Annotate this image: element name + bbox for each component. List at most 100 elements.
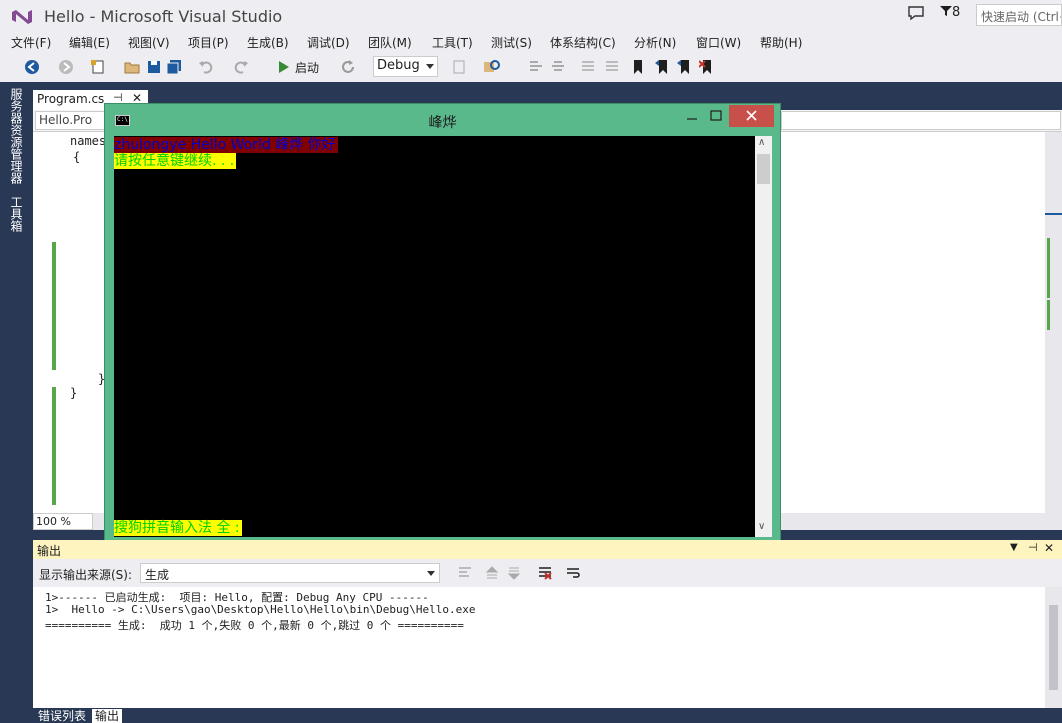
output-toolbar: 显示输出来源(S): 生成: [33, 559, 1062, 587]
console-output: zhulongye Hello World 峰烨 你好 请按任意键继续. . .…: [114, 136, 755, 537]
redo-icon[interactable]: [233, 58, 249, 76]
member-dropdown[interactable]: [781, 111, 1061, 130]
forward-icon[interactable]: [58, 58, 74, 76]
menu-debug[interactable]: 调试(D): [307, 34, 350, 51]
menu-test[interactable]: 测试(S): [491, 34, 532, 51]
output-line: 1> Hello -> C:\Users\gao\Desktop\Hello\H…: [45, 603, 476, 616]
tab-output[interactable]: 输出: [92, 709, 123, 723]
code-line: {: [73, 150, 81, 164]
tab-label: Program.cs: [37, 92, 105, 106]
menu-view[interactable]: 视图(V): [128, 34, 170, 51]
bottom-panel-tabs: 错误列表 输出: [33, 708, 1062, 723]
caret-marker: [1045, 213, 1062, 215]
align-center-icon[interactable]: [550, 58, 566, 76]
find-in-files-icon[interactable]: [483, 58, 501, 76]
menu-build[interactable]: 生成(B): [247, 34, 289, 51]
title-bar: Hello - Microsoft Visual Studio 8 快速启动 (…: [0, 0, 1062, 32]
maximize-icon[interactable]: [703, 105, 729, 127]
start-debug-icon[interactable]: [278, 58, 290, 76]
undo-icon[interactable]: [198, 58, 214, 76]
align-left-icon[interactable]: [528, 58, 544, 76]
output-line: ========== 生成: 成功 1 个,失败 0 个,最新 0 个,跳过 0…: [45, 619, 464, 632]
console-title-bar[interactable]: C:\. 峰烨: [105, 104, 780, 135]
chevron-down-icon: [426, 64, 434, 69]
word-wrap-icon[interactable]: [565, 565, 581, 581]
editor-gutter: [33, 132, 68, 513]
menu-analyze[interactable]: 分析(N): [634, 34, 676, 51]
scrollbar-thumb[interactable]: [757, 154, 770, 184]
console-line: zhulongye Hello World 峰烨 你好: [114, 137, 338, 153]
panel-menu-icon[interactable]: ▼: [1010, 542, 1018, 553]
start-button[interactable]: 启动: [295, 59, 319, 76]
previous-message-icon[interactable]: [484, 565, 500, 581]
zoom-select[interactable]: 100 %: [33, 513, 93, 530]
menu-team[interactable]: 团队(M): [368, 34, 412, 51]
change-marker: [52, 387, 56, 505]
server-explorer-tab[interactable]: 服务器资源管理器: [8, 88, 25, 184]
menu-window[interactable]: 窗口(W): [696, 34, 741, 51]
code-line: names: [70, 134, 107, 148]
menu-edit[interactable]: 编辑(E): [69, 34, 110, 51]
menu-project[interactable]: 项目(P): [188, 34, 229, 51]
open-file-icon[interactable]: [124, 58, 140, 76]
output-panel-header: 输出 ▼ ⊣ ✕: [33, 540, 1062, 559]
scroll-down-icon[interactable]: ∨: [758, 521, 765, 532]
console-window[interactable]: C:\. 峰烨 zhulongye Hello World 峰烨 你好 请按任意…: [104, 103, 781, 546]
standard-toolbar: 启动 Debug: [0, 52, 1062, 82]
toolbox-tab[interactable]: 工具箱: [8, 196, 25, 232]
console-line: 请按任意键继续. . .: [114, 153, 237, 169]
side-tool-tabs: 服务器资源管理器 工具箱: [0, 82, 33, 723]
filter-icon: [940, 6, 952, 16]
scrollbar-thumb[interactable]: [1049, 605, 1058, 690]
new-project-icon[interactable]: [90, 58, 106, 76]
prev-bookmark-icon[interactable]: [655, 58, 669, 76]
output-panel-title: 输出: [37, 544, 62, 558]
save-all-icon[interactable]: [166, 58, 182, 76]
console-scrollbar[interactable]: ∧ ∨: [755, 136, 772, 537]
refresh-icon[interactable]: [340, 58, 356, 76]
next-bookmark-icon[interactable]: [677, 58, 691, 76]
output-scrollbar[interactable]: [1045, 587, 1062, 708]
output-source-label: 显示输出来源(S):: [39, 568, 133, 582]
uncomment-icon[interactable]: [604, 58, 620, 76]
menu-tools[interactable]: 工具(T): [432, 34, 473, 51]
change-marker: [1047, 238, 1050, 298]
save-icon[interactable]: [146, 58, 162, 76]
close-icon[interactable]: [729, 105, 774, 127]
output-source-select[interactable]: 生成: [140, 563, 440, 583]
comment-icon[interactable]: [580, 58, 596, 76]
visual-studio-logo-icon: [12, 10, 32, 24]
console-title: 峰烨: [428, 115, 457, 131]
menu-architecture[interactable]: 体系结构(C): [550, 34, 616, 51]
attach-icon[interactable]: [452, 58, 466, 76]
menu-help[interactable]: 帮助(H): [760, 34, 802, 51]
project-dropdown[interactable]: Hello.Pro: [35, 111, 109, 130]
output-text-area[interactable]: 1>------ 已启动生成: 项目: Hello, 配置: Debug Any…: [33, 587, 1045, 708]
chevron-down-icon: [427, 571, 435, 576]
clear-all-icon[interactable]: [537, 565, 553, 581]
bookmark-icon[interactable]: [632, 58, 644, 76]
window-title: Hello - Microsoft Visual Studio: [44, 7, 283, 26]
menu-file[interactable]: 文件(F): [11, 34, 51, 51]
tab-error-list[interactable]: 错误列表: [35, 709, 89, 723]
notifications-badge[interactable]: 8: [940, 5, 960, 20]
configuration-value: Debug: [377, 58, 420, 73]
next-message-icon[interactable]: [506, 565, 522, 581]
change-marker: [1047, 300, 1050, 330]
close-icon[interactable]: ✕: [1044, 541, 1054, 555]
feedback-icon[interactable]: [907, 5, 925, 21]
quick-launch-input[interactable]: 快速启动 (Ctrl+: [976, 4, 1062, 26]
code-line: }: [70, 386, 78, 400]
back-icon[interactable]: [24, 58, 40, 76]
scroll-up-icon[interactable]: ∧: [758, 137, 765, 148]
notification-count: 8: [952, 5, 961, 20]
solution-configuration-select[interactable]: Debug: [373, 56, 438, 77]
find-message-icon[interactable]: [457, 565, 473, 581]
change-marker: [52, 242, 56, 370]
ime-status-line: 搜狗拼音输入法 全 :: [114, 520, 242, 536]
pin-icon[interactable]: ⊣: [1028, 541, 1038, 554]
clear-bookmarks-icon[interactable]: [699, 58, 713, 76]
menu-bar: 文件(F) 编辑(E) 视图(V) 项目(P) 生成(B) 调试(D) 团队(M…: [0, 32, 1062, 52]
editor-vertical-scrollbar[interactable]: [1045, 132, 1062, 530]
minimize-icon[interactable]: [681, 105, 703, 127]
